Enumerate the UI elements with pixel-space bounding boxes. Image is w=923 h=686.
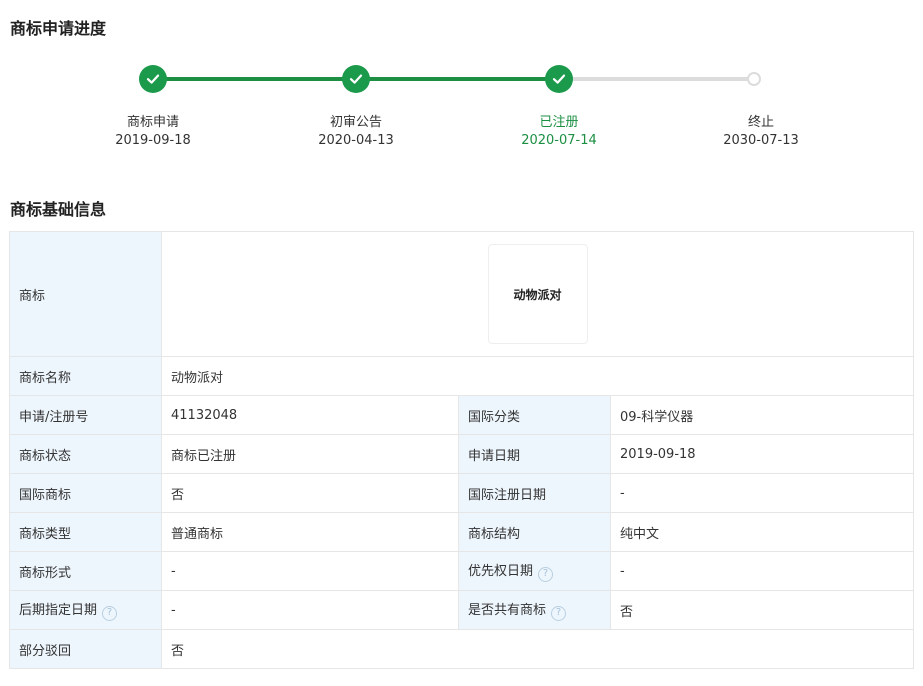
step-3-date: 2020-07-14 [479,133,639,148]
partial-reject-key: 部分驳回 [10,630,162,669]
structure-key: 商标结构 [459,513,611,552]
structure-value: 纯中文 [611,513,914,552]
later-date-key-cell: 后期指定日期? [10,591,162,630]
step-2-check-icon [342,65,370,93]
priority-date-key: 优先权日期 [468,564,533,579]
step-1-label: 商标申请 [73,111,233,130]
intl-reg-date-value: - [611,474,914,513]
table-row: 商标类型 普通商标 商标结构 纯中文 [10,513,914,552]
shared-key: 是否共有商标 [468,603,546,618]
intl-class-key: 国际分类 [459,396,611,435]
intl-mark-key: 国际商标 [10,474,162,513]
step-4-date: 2030-07-13 [681,133,841,148]
table-row: 部分驳回 否 [10,630,914,669]
table-row: 商标状态 商标已注册 申请日期 2019-09-18 [10,435,914,474]
table-row-logo: 商标 动物派对 [10,232,914,357]
logo-key: 商标 [10,232,162,357]
table-row: 国际商标 否 国际注册日期 - [10,474,914,513]
form-value: - [162,552,459,591]
apply-date-key: 申请日期 [459,435,611,474]
step-4-pending-icon [747,72,761,86]
shared-key-cell: 是否共有商标? [459,591,611,630]
type-key: 商标类型 [10,513,162,552]
priority-date-help-icon[interactable]: ? [538,567,553,582]
progress-section-title: 商标申请进度 [10,15,106,39]
intl-mark-value: 否 [162,474,459,513]
trademark-logo-text: 动物派对 [514,286,562,303]
table-row: 后期指定日期? - 是否共有商标? 否 [10,591,914,630]
trademark-info-table: 商标 动物派对 商标名称 动物派对 申请/注册号 41132048 国际分类 0… [9,231,914,669]
reg-no-key: 申请/注册号 [10,396,162,435]
step-3-check-icon [545,65,573,93]
table-row: 申请/注册号 41132048 国际分类 09-科学仪器 [10,396,914,435]
table-row: 商标形式 - 优先权日期? - [10,552,914,591]
intl-class-value: 09-科学仪器 [611,396,914,435]
later-date-value: - [162,591,459,630]
name-key: 商标名称 [10,357,162,396]
step-2-date: 2020-04-13 [276,133,436,148]
info-section-title: 商标基础信息 [10,196,106,220]
intl-reg-date-key: 国际注册日期 [459,474,611,513]
shared-help-icon[interactable]: ? [551,606,566,621]
logo-cell: 动物派对 [162,232,914,357]
reg-no-value: 41132048 [162,396,459,435]
later-date-key: 后期指定日期 [19,603,97,618]
type-value: 普通商标 [162,513,459,552]
later-date-help-icon[interactable]: ? [102,606,117,621]
status-value: 商标已注册 [162,435,459,474]
apply-date-value: 2019-09-18 [611,435,914,474]
name-value: 动物派对 [162,357,914,396]
step-1-date: 2019-09-18 [73,133,233,148]
partial-reject-value: 否 [162,630,914,669]
trademark-logo: 动物派对 [488,244,588,344]
status-key: 商标状态 [10,435,162,474]
step-3-label: 已注册 [479,111,639,130]
shared-value: 否 [611,591,914,630]
priority-date-key-cell: 优先权日期? [459,552,611,591]
step-2-label: 初审公告 [276,111,436,130]
table-row: 商标名称 动物派对 [10,357,914,396]
progress-track-remaining [559,77,755,81]
step-4-label: 终止 [681,111,841,130]
form-key: 商标形式 [10,552,162,591]
priority-date-value: - [611,552,914,591]
step-1-check-icon [139,65,167,93]
